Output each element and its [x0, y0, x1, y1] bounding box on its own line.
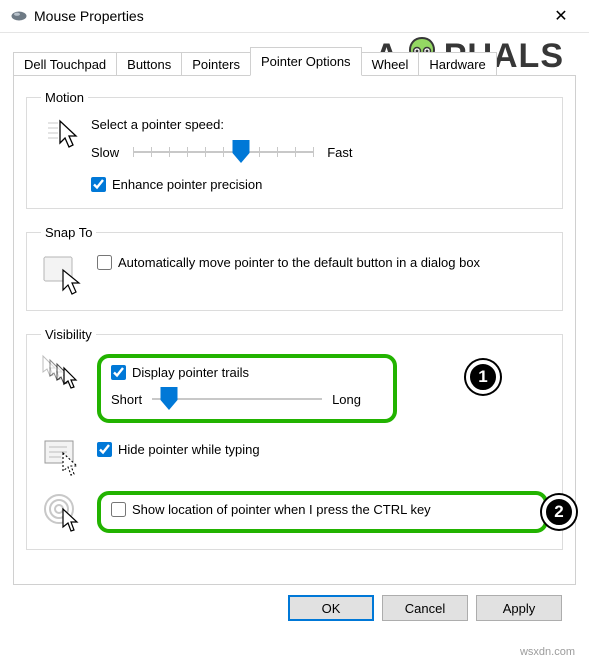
ctrl-locate-label[interactable]: Show location of pointer when I press th…	[132, 501, 431, 519]
snap-to-label[interactable]: Automatically move pointer to the defaul…	[118, 254, 480, 272]
tab-strip: Dell Touchpad Buttons Pointers Pointer O…	[13, 48, 576, 76]
tab-dell-touchpad[interactable]: Dell Touchpad	[13, 52, 117, 76]
hide-pointer-icon	[41, 437, 85, 477]
highlight-pointer-trails: Display pointer trails Short Long	[97, 354, 397, 424]
enhance-precision-label[interactable]: Enhance pointer precision	[112, 176, 262, 194]
ctrl-locate-checkbox[interactable]	[111, 502, 126, 517]
callout-badge-1: 1	[466, 360, 500, 394]
group-motion-legend: Motion	[41, 90, 88, 105]
tab-hardware[interactable]: Hardware	[418, 52, 496, 76]
enhance-precision-checkbox[interactable]	[91, 177, 106, 192]
motion-select-speed-label: Select a pointer speed:	[91, 117, 548, 132]
window-title: Mouse Properties	[34, 8, 541, 24]
tab-buttons[interactable]: Buttons	[116, 52, 182, 76]
hide-pointer-label[interactable]: Hide pointer while typing	[118, 441, 260, 459]
tab-wheel[interactable]: Wheel	[361, 52, 420, 76]
callout-badge-2: 2	[542, 495, 576, 529]
dialog-content: A PUALS Dell Touchpad Buttons Pointers P…	[0, 33, 589, 644]
pointer-trails-slider[interactable]	[152, 389, 322, 409]
cancel-button[interactable]: Cancel	[382, 595, 468, 621]
dialog-button-row: OK Cancel Apply	[13, 585, 576, 633]
group-motion: Motion Select a pointer speed: Slow	[26, 90, 563, 209]
footer-watermark: wsxdn.com	[0, 644, 589, 664]
pointer-speed-slider[interactable]	[133, 142, 313, 162]
group-visibility-legend: Visibility	[41, 327, 96, 342]
pointer-trails-icon	[41, 354, 85, 392]
group-visibility: Visibility Display pointer trails	[26, 327, 563, 551]
pointer-trails-label[interactable]: Display pointer trails	[132, 364, 249, 382]
pointer-trails-checkbox[interactable]	[111, 365, 126, 380]
ok-button[interactable]: OK	[288, 595, 374, 621]
tab-pointers[interactable]: Pointers	[181, 52, 251, 76]
ctrl-locate-icon	[41, 491, 85, 533]
close-button[interactable]: ✕	[541, 6, 581, 26]
trails-long-label: Long	[332, 392, 361, 407]
group-snap-to: Snap To Automatically move pointer to th…	[26, 225, 563, 311]
tab-pane-pointer-options: Motion Select a pointer speed: Slow	[13, 75, 576, 585]
motion-icon	[41, 117, 91, 153]
tab-pointer-options[interactable]: Pointer Options	[250, 47, 362, 76]
hide-pointer-checkbox[interactable]	[97, 442, 112, 457]
snap-to-checkbox[interactable]	[97, 255, 112, 270]
snap-to-icon	[41, 252, 85, 296]
mouse-icon	[10, 10, 28, 22]
highlight-ctrl-locate: Show location of pointer when I press th…	[97, 491, 548, 533]
group-snap-to-legend: Snap To	[41, 225, 96, 240]
trails-short-label: Short	[111, 392, 142, 407]
motion-fast-label: Fast	[327, 145, 352, 160]
apply-button[interactable]: Apply	[476, 595, 562, 621]
motion-slow-label: Slow	[91, 145, 119, 160]
titlebar: Mouse Properties ✕	[0, 0, 589, 33]
